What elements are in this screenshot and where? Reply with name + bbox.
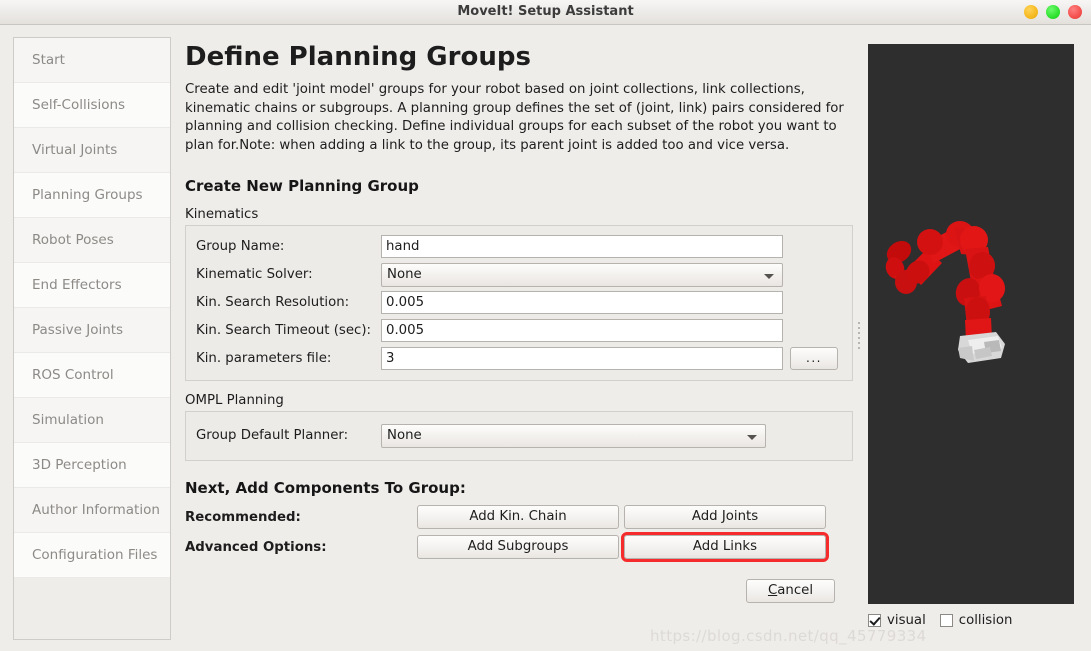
sidebar-item-configuration-files[interactable]: Configuration Files (14, 533, 170, 578)
sidebar-item-3d-perception[interactable]: 3D Perception (14, 443, 170, 488)
kinematic-solver-label: Kinematic Solver: (196, 267, 313, 282)
visual-checkbox[interactable] (868, 613, 881, 627)
visual-checkbox-row[interactable]: visual (868, 613, 926, 628)
group-default-planner-label: Group Default Planner: (196, 428, 349, 443)
kinematic-solver-value: None (387, 266, 422, 282)
sidebar-item-planning-groups[interactable]: Planning Groups (14, 173, 170, 218)
kinematic-solver-row: Kinematic Solver: None (196, 262, 842, 287)
recommended-row: Recommended: Add Kin. Chain Add Joints (185, 505, 853, 529)
kin-search-resolution-input[interactable] (381, 291, 783, 314)
ompl-groupbox: Group Default Planner: None (185, 411, 853, 461)
window-title: MoveIt! Setup Assistant (457, 4, 634, 19)
kin-search-timeout-input[interactable] (381, 319, 783, 342)
next-components-title: Next, Add Components To Group: (185, 479, 466, 497)
group-name-label: Group Name: (196, 239, 285, 254)
sidebar-filler (14, 578, 170, 639)
group-default-planner-row: Group Default Planner: None (196, 423, 842, 448)
kin-search-timeout-row: Kin. Search Timeout (sec): (196, 318, 842, 343)
robot-model-render (868, 44, 1074, 604)
kinematic-solver-select[interactable]: None (381, 262, 783, 287)
collision-checkbox-label: collision (958, 612, 1013, 628)
sidebar-item-passive-joints[interactable]: Passive Joints (14, 308, 170, 353)
browse-file-button[interactable]: ... (790, 347, 838, 370)
page-description: Create and edit 'joint model' groups for… (185, 82, 844, 153)
kinematics-group-label: Kinematics (185, 207, 259, 222)
kinematics-groupbox: Group Name: Kinematic Solver: None Kin. … (185, 225, 853, 381)
splitter-grip-icon (858, 322, 861, 352)
maximize-button-icon[interactable] (1046, 5, 1060, 19)
cancel-label-rest: ancel (777, 583, 814, 598)
sidebar-item-ros-control[interactable]: ROS Control (14, 353, 170, 398)
title-bar: MoveIt! Setup Assistant (0, 0, 1091, 25)
kin-parameters-file-input[interactable] (381, 347, 783, 370)
navigation-sidebar: Start Self-Collisions Virtual Joints Pla… (13, 37, 171, 640)
collision-checkbox[interactable] (939, 613, 953, 627)
add-joints-button[interactable]: Add Joints (624, 505, 826, 529)
chevron-down-icon (747, 434, 757, 440)
advanced-options-label: Advanced Options: (185, 539, 327, 555)
advanced-options-row: Advanced Options: Add Subgroups Add Link… (185, 532, 853, 562)
kin-search-resolution-row: Kin. Search Resolution: (196, 290, 842, 315)
sidebar-item-simulation[interactable]: Simulation (14, 398, 170, 443)
group-default-planner-value: None (387, 427, 422, 443)
close-button-icon[interactable] (1068, 5, 1082, 19)
moveit-setup-assistant-window: MoveIt! Setup Assistant Start Self-Colli… (0, 0, 1091, 651)
page-title: Define Planning Groups (185, 42, 531, 72)
kin-parameters-file-label: Kin. parameters file: (196, 351, 332, 366)
add-links-button[interactable]: Add Links (621, 532, 829, 562)
main-panel: Define Planning Groups Create and edit '… (185, 37, 853, 640)
group-default-planner-select[interactable]: None (381, 423, 766, 448)
kin-parameters-file-row: Kin. parameters file: ... (196, 346, 842, 371)
window-controls (1024, 5, 1082, 19)
kin-search-timeout-label: Kin. Search Timeout (sec): (196, 323, 372, 338)
dialog-actions: Cancel (185, 579, 853, 603)
sidebar-item-self-collisions[interactable]: Self-Collisions (14, 83, 170, 128)
collision-checkbox-row[interactable]: collision (939, 612, 1013, 628)
chevron-down-icon (764, 273, 774, 279)
sidebar-item-start[interactable]: Start (14, 38, 170, 83)
sidebar-item-end-effectors[interactable]: End Effectors (14, 263, 170, 308)
create-group-section-title: Create New Planning Group (185, 177, 419, 195)
panel-splitter[interactable] (853, 37, 867, 640)
recommended-label: Recommended: (185, 509, 301, 525)
cancel-button[interactable]: Cancel (746, 579, 835, 603)
ompl-group-label: OMPL Planning (185, 393, 284, 408)
visual-checkbox-label: visual (887, 612, 926, 628)
sidebar-item-virtual-joints[interactable]: Virtual Joints (14, 128, 170, 173)
add-kin-chain-button[interactable]: Add Kin. Chain (417, 505, 619, 529)
sidebar-item-author-information[interactable]: Author Information (14, 488, 170, 533)
group-name-input[interactable] (381, 235, 783, 258)
robot-3d-viewport[interactable] (868, 44, 1074, 604)
add-subgroups-button[interactable]: Add Subgroups (417, 535, 619, 559)
viewport-options: visual collision (868, 610, 1074, 630)
cancel-mnemonic: C (767, 583, 778, 598)
minimize-button-icon[interactable] (1024, 5, 1038, 19)
kin-search-resolution-label: Kin. Search Resolution: (196, 295, 350, 310)
sidebar-item-robot-poses[interactable]: Robot Poses (14, 218, 170, 263)
group-name-row: Group Name: (196, 234, 842, 259)
